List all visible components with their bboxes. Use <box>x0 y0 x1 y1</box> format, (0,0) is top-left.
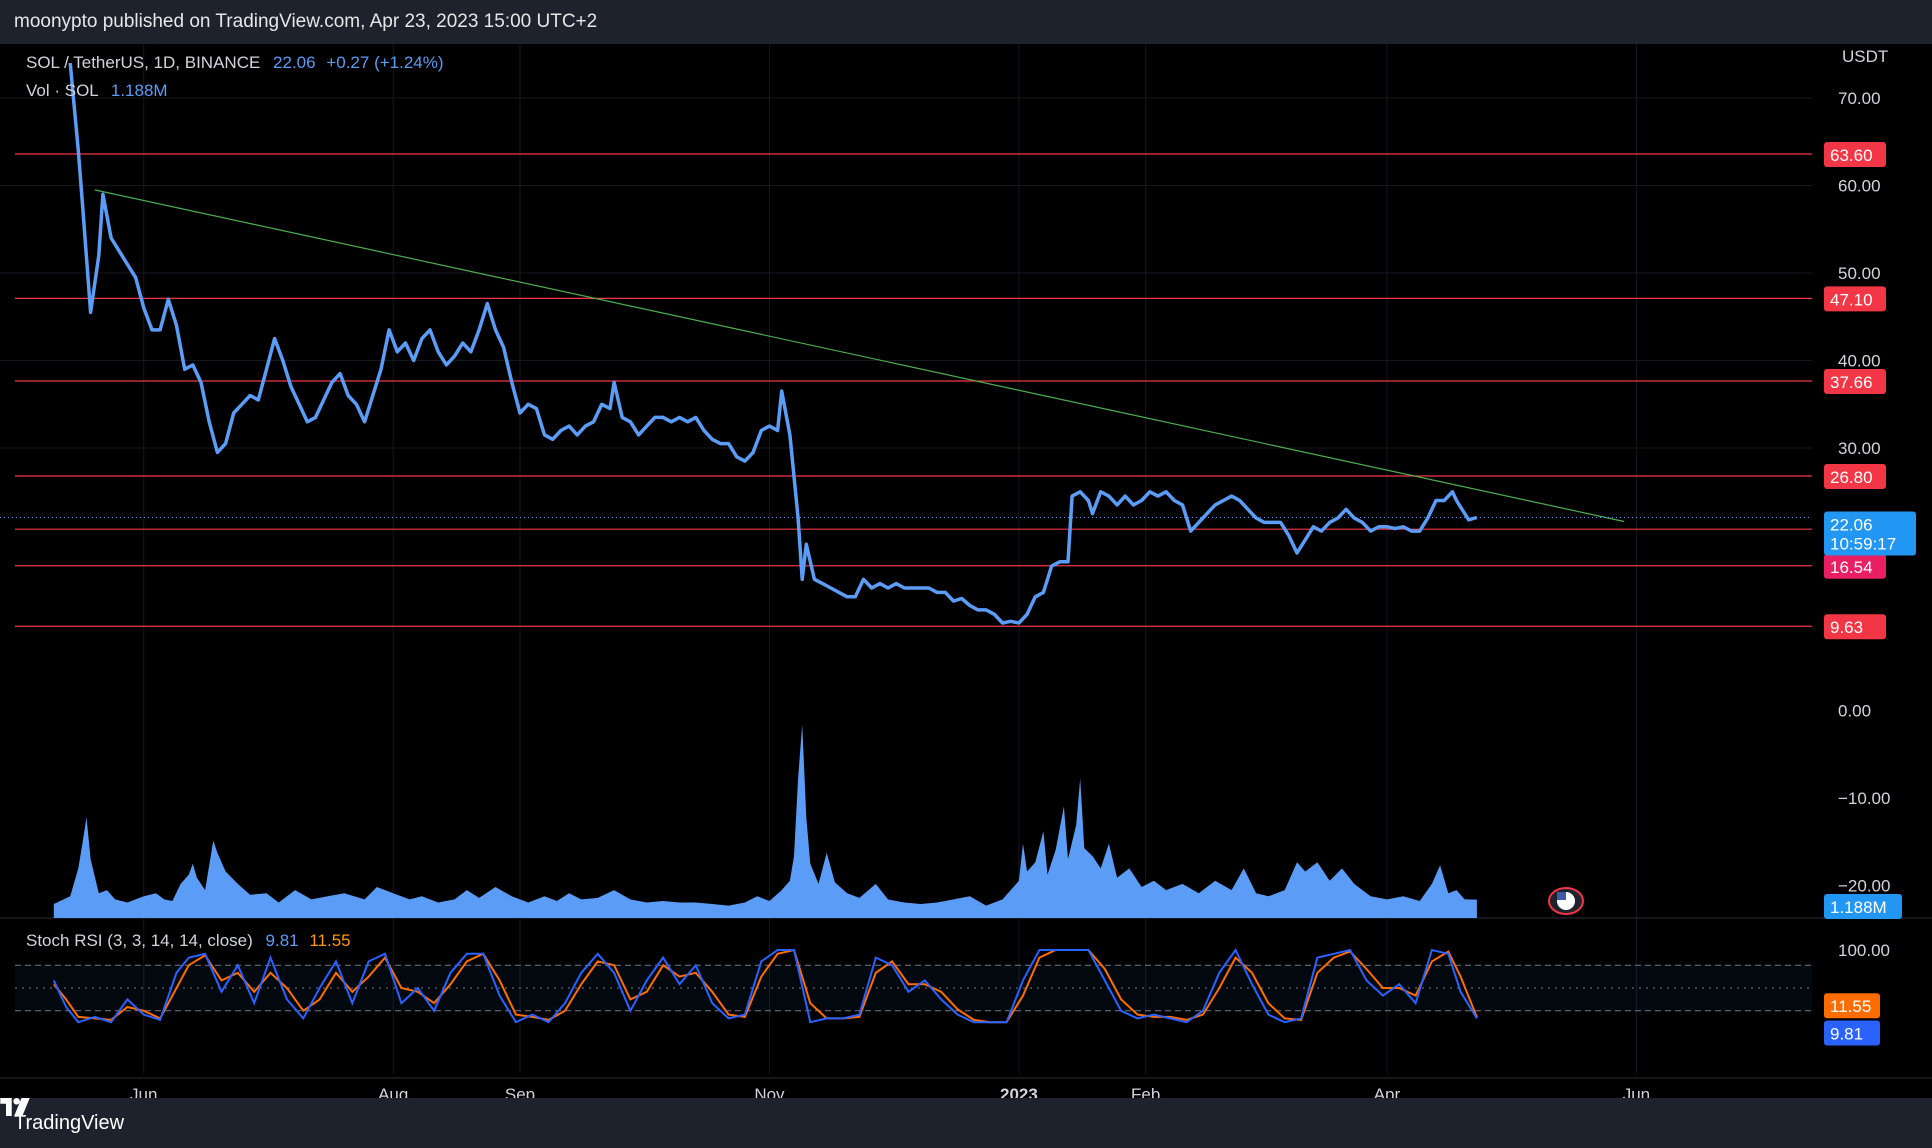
price-tick-4: 30.00 <box>1838 439 1881 458</box>
time-label-7: Jun <box>1623 1085 1650 1098</box>
footer-bar: TradingView <box>0 1098 1932 1148</box>
volume-value: 1.188M <box>110 81 168 100</box>
stoch-rsi-legend: Stoch RSI (3, 3, 14, 14, close) 9.81 11.… <box>26 931 351 951</box>
volume-area <box>53 724 1477 918</box>
stoch-d-value: 11.55 <box>309 931 351 950</box>
us-flag-canton <box>1557 892 1566 900</box>
tradingview-logo-icon <box>0 1098 30 1116</box>
volume-label[interactable]: Vol · SOL <box>26 81 98 100</box>
lower-tick-0: 0.00 <box>1838 702 1871 721</box>
level-label-1: 47.10 <box>1830 290 1873 309</box>
level-label-2: 37.66 <box>1830 373 1873 392</box>
time-label-5: Feb <box>1131 1085 1160 1098</box>
time-label-2: Sep <box>505 1085 535 1098</box>
stoch-d-label: 11.55 <box>1830 997 1871 1016</box>
price-line <box>68 62 1478 625</box>
tradingview-brand-text: TradingView <box>14 1111 125 1134</box>
price-tick-2: 50.00 <box>1838 264 1881 283</box>
price-tick-3: 40.00 <box>1838 352 1881 371</box>
level-label-6: 9.63 <box>1830 618 1863 637</box>
time-label-3: Nov <box>754 1085 785 1098</box>
price-tick-1: 60.00 <box>1838 177 1881 196</box>
price-change-value: +0.27 (+1.24%) <box>326 53 444 72</box>
price-tick-0: 70.00 <box>1838 89 1881 108</box>
main-series-legend: SOL / TetherUS, 1D, BINANCE 22.06 +0.27 … <box>26 53 444 73</box>
last-price-label-line2: 10:59:17 <box>1830 534 1896 553</box>
trendline <box>94 189 1625 523</box>
level-label-3: 26.80 <box>1830 468 1873 487</box>
time-label-4: 2023 <box>1000 1085 1038 1098</box>
level-label-0: 63.60 <box>1830 146 1873 165</box>
stoch-tick-100: 100.00 <box>1838 941 1890 960</box>
currency-label: USDT <box>1842 47 1888 66</box>
stoch-rsi-label[interactable]: Stoch RSI (3, 3, 14, 14, close) <box>26 931 253 950</box>
stoch-k-label: 9.81 <box>1830 1025 1863 1044</box>
volume-legend: Vol · SOL 1.188M <box>26 81 168 101</box>
level-label-5: 16.54 <box>1830 558 1873 577</box>
chart-area[interactable]: USDT 70.00 60.00 50.00 40.00 30.00 0.00 −10.00 −… <box>0 44 1932 1098</box>
symbol-label[interactable]: SOL / TetherUS, 1D, BINANCE <box>26 53 260 72</box>
last-price-label: 22.06 <box>1830 515 1873 534</box>
time-label-6: Apr <box>1374 1085 1401 1098</box>
volume-last-label: 1.188M <box>1830 898 1887 917</box>
lower-tick-1: −10.00 <box>1838 789 1890 808</box>
last-price-value: 22.06 <box>273 53 316 72</box>
lower-tick-2: −20.00 <box>1838 877 1890 896</box>
tradingview-brand[interactable]: TradingView <box>0 1098 125 1135</box>
stoch-k-value: 9.81 <box>265 931 299 950</box>
time-label-1: Aug <box>378 1085 408 1098</box>
publish-header-text: moonypto published on TradingView.com, A… <box>14 11 598 32</box>
time-label-0: Jun <box>130 1085 157 1098</box>
publish-header: moonypto published on TradingView.com, A… <box>0 0 1932 44</box>
